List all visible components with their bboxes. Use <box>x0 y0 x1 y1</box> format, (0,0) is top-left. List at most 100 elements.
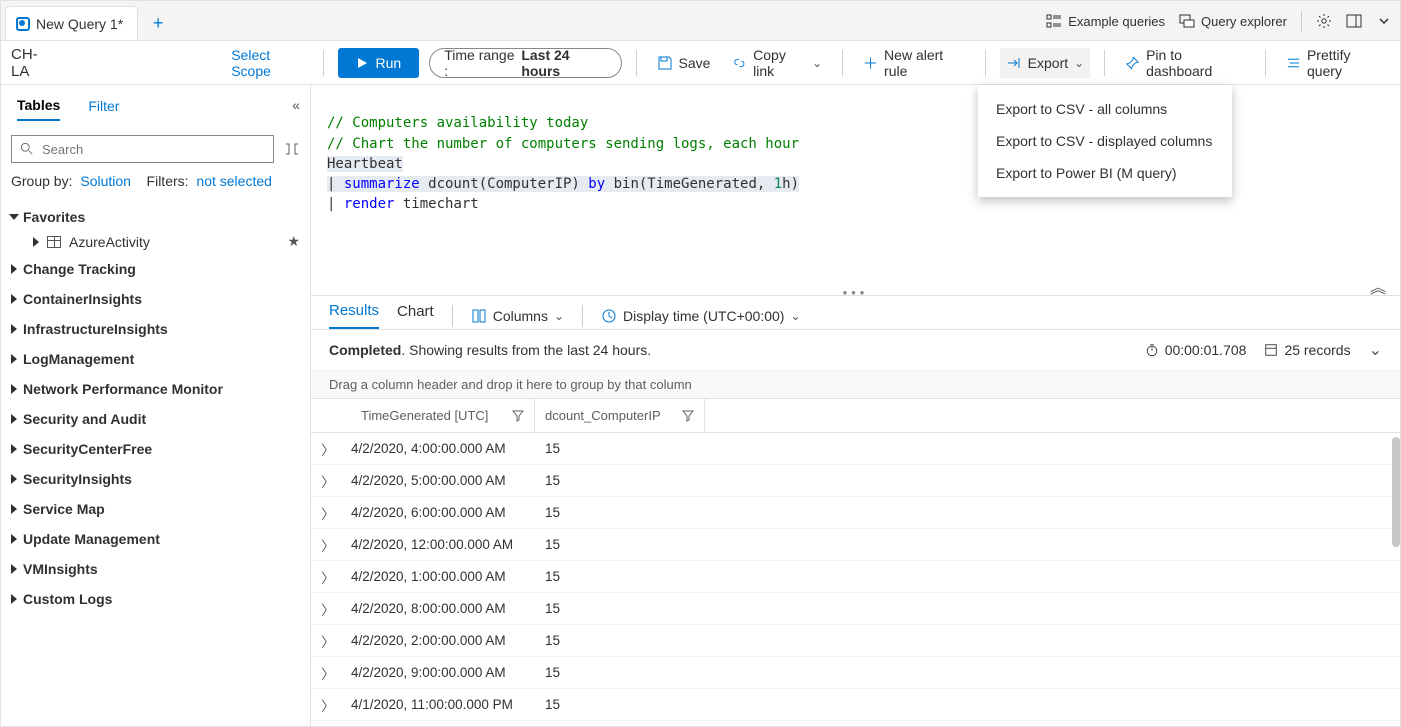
category-node[interactable]: Network Performance Monitor <box>11 374 300 404</box>
table-row[interactable]: 〉4/2/2020, 9:00:00.000 AM15 <box>311 657 1400 689</box>
category-node[interactable]: Service Map <box>11 494 300 524</box>
expand-row-icon[interactable]: 〉 <box>311 567 345 587</box>
results-grid[interactable]: 〉4/2/2020, 4:00:00.000 AM15〉4/2/2020, 5:… <box>311 433 1400 726</box>
collapse-all-icon[interactable] <box>284 141 300 157</box>
collapse-editor-icon[interactable]: ︽ <box>1370 276 1386 299</box>
tab-chart[interactable]: Chart <box>397 303 434 328</box>
table-row[interactable]: 〉4/2/2020, 1:00:00.000 AM15 <box>311 561 1400 593</box>
filter-icon[interactable] <box>682 410 694 422</box>
copy-link-button[interactable]: Copy link ⌄ <box>726 48 828 78</box>
tab-filter[interactable]: Filter <box>88 98 119 120</box>
export-menu-item[interactable]: Export to CSV - displayed columns <box>978 125 1232 157</box>
favorite-item[interactable]: AzureActivity ★ <box>11 229 300 254</box>
expand-row-icon[interactable]: 〉 <box>311 471 345 491</box>
category-node[interactable]: ContainerInsights <box>11 284 300 314</box>
query-editor[interactable]: // Computers availability today // Chart… <box>311 85 1400 285</box>
example-queries-link[interactable]: Example queries <box>1046 13 1165 29</box>
editor-token: | <box>327 176 344 192</box>
gear-icon[interactable] <box>1316 13 1332 29</box>
select-scope-link[interactable]: Select Scope <box>231 47 308 79</box>
category-node[interactable]: Change Tracking <box>11 254 300 284</box>
new-alert-button[interactable]: New alert rule <box>857 48 971 78</box>
prettify-icon <box>1286 55 1301 71</box>
caret-icon <box>11 324 17 334</box>
table-row[interactable]: 〉4/2/2020, 4:00:00.000 AM15 <box>311 433 1400 465</box>
cell-count: 15 <box>535 473 705 488</box>
category-label: SecurityInsights <box>23 471 132 487</box>
expand-details-icon[interactable]: ⌄ <box>1369 340 1382 360</box>
caret-icon <box>11 384 17 394</box>
expand-row-icon[interactable]: 〉 <box>311 503 345 523</box>
table-row[interactable]: 〉4/2/2020, 5:00:00.000 AM15 <box>311 465 1400 497</box>
display-time-picker[interactable]: Display time (UTC+00:00) ⌄ <box>601 308 801 324</box>
prettify-button[interactable]: Prettify query <box>1280 48 1390 78</box>
time-range-value: Last 24 hours <box>521 47 606 79</box>
group-drop-area[interactable]: Drag a column header and drop it here to… <box>311 371 1400 399</box>
tab-strip: New Query 1* + Example queries Query exp… <box>1 1 1400 41</box>
run-button[interactable]: Run <box>338 48 420 78</box>
table-row[interactable]: 〉4/2/2020, 2:00:00.000 AM15 <box>311 625 1400 657</box>
category-node[interactable]: SecurityInsights <box>11 464 300 494</box>
category-node[interactable]: LogManagement <box>11 344 300 374</box>
records-icon <box>1264 343 1278 357</box>
star-icon[interactable]: ★ <box>287 233 300 250</box>
column-header[interactable]: dcount_ComputerIP <box>535 399 705 432</box>
category-node[interactable]: SecurityCenterFree <box>11 434 300 464</box>
cell-time: 4/2/2020, 1:00:00.000 AM <box>345 569 535 584</box>
status-bar: Completed . Showing results from the las… <box>311 329 1400 371</box>
search-input[interactable] <box>40 141 265 158</box>
category-node[interactable]: Security and Audit <box>11 404 300 434</box>
collapse-pane-icon[interactable]: « <box>292 97 300 119</box>
export-menu-item[interactable]: Export to Power BI (M query) <box>978 157 1232 189</box>
query-tab[interactable]: New Query 1* <box>5 6 138 40</box>
save-button[interactable]: Save <box>651 48 717 78</box>
category-node[interactable]: Custom Logs <box>11 584 300 614</box>
vertical-scrollbar[interactable] <box>1392 433 1400 726</box>
table-row[interactable]: 〉4/2/2020, 8:00:00.000 AM15 <box>311 593 1400 625</box>
category-label: InfrastructureInsights <box>23 321 168 337</box>
query-explorer-link[interactable]: Query explorer <box>1179 13 1287 29</box>
columns-picker[interactable]: Columns ⌄ <box>471 308 564 324</box>
scrollbar-thumb[interactable] <box>1392 437 1400 547</box>
filter-icon[interactable] <box>512 410 524 422</box>
separator <box>636 50 637 76</box>
cell-count: 15 <box>535 505 705 520</box>
time-range-label: Time range : <box>444 47 517 79</box>
filters-value[interactable]: not selected <box>196 173 272 189</box>
panel-icon[interactable] <box>1346 13 1362 29</box>
clock-icon <box>601 308 617 324</box>
favorites-header[interactable]: Favorites <box>11 205 300 229</box>
search-box[interactable] <box>11 135 274 163</box>
category-node[interactable]: InfrastructureInsights <box>11 314 300 344</box>
expand-row-icon[interactable]: 〉 <box>311 535 345 555</box>
chevron-down-icon[interactable] <box>1376 13 1392 29</box>
category-label: ContainerInsights <box>23 291 142 307</box>
status-right: 00:00:01.708 25 records ⌄ <box>1145 340 1382 360</box>
table-row[interactable]: 〉4/2/2020, 12:00:00.000 AM15 <box>311 529 1400 561</box>
tab-tables[interactable]: Tables <box>17 97 60 121</box>
tab-results[interactable]: Results <box>329 302 379 329</box>
editor-token: bin(TimeGenerated, <box>605 176 774 192</box>
expand-row-icon[interactable]: 〉 <box>311 599 345 619</box>
pin-icon <box>1125 55 1140 71</box>
expand-row-icon[interactable]: 〉 <box>311 695 345 715</box>
table-row[interactable]: 〉4/2/2020, 6:00:00.000 AM15 <box>311 497 1400 529</box>
pin-button[interactable]: Pin to dashboard <box>1119 48 1251 78</box>
column-header[interactable]: TimeGenerated [UTC] <box>345 399 535 432</box>
category-label: Service Map <box>23 501 105 517</box>
category-node[interactable]: VMInsights <box>11 554 300 584</box>
resize-handle[interactable]: ••• <box>311 285 1400 295</box>
expand-row-icon[interactable]: 〉 <box>311 663 345 683</box>
export-button[interactable]: Export ⌄ <box>1000 48 1091 78</box>
export-menu-item[interactable]: Export to CSV - all columns <box>978 93 1232 125</box>
groupby-value[interactable]: Solution <box>80 173 131 189</box>
category-node[interactable]: Update Management <box>11 524 300 554</box>
expand-row-icon[interactable]: 〉 <box>311 439 345 459</box>
editor-token: Heartbeat <box>327 156 403 172</box>
table-row[interactable]: 〉4/1/2020, 11:00:00.000 PM15 <box>311 689 1400 721</box>
query-and-results: // Computers availability today // Chart… <box>311 85 1400 726</box>
export-label: Export <box>1028 55 1068 71</box>
new-tab-button[interactable]: + <box>144 9 172 37</box>
expand-row-icon[interactable]: 〉 <box>311 631 345 651</box>
time-range-picker[interactable]: Time range : Last 24 hours <box>429 48 621 78</box>
